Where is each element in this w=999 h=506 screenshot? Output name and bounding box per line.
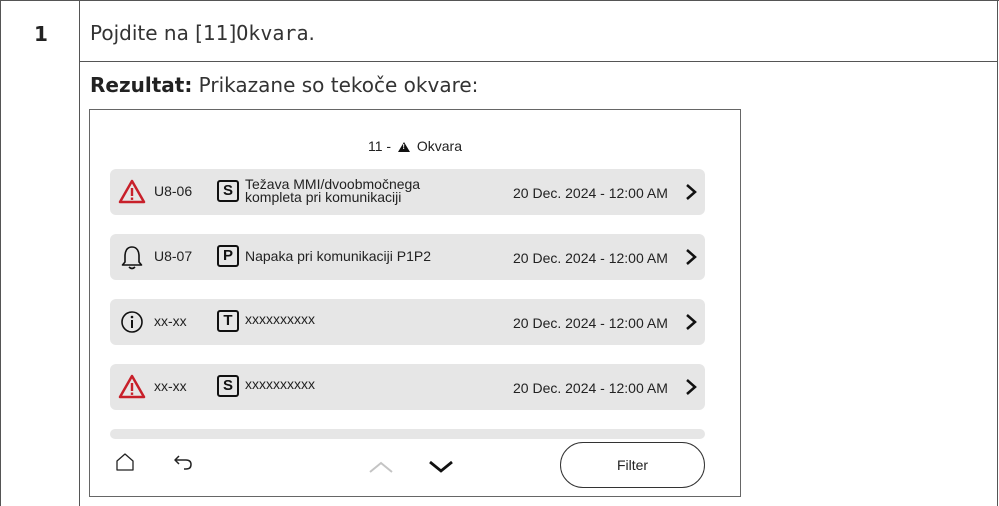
warning-triangle-icon [118,179,146,204]
device-screen: 11 - Okvara U8-06 S Težava MMI/dvoobmočn… [89,109,741,497]
step-text-prefix: Pojdite na [11] [90,21,237,45]
fault-row-partial[interactable] [110,429,705,439]
fault-row[interactable]: U8-07 P Napaka pri komunikaciji P1P2 20 … [110,234,705,280]
category-badge: S [217,375,239,397]
fault-date: 20 Dec. 2024 - 12:00 AM [513,185,668,201]
bell-icon [121,246,143,270]
home-icon[interactable] [115,452,135,472]
warning-triangle-icon [118,374,146,399]
screen-title-text: Okvara [416,138,462,154]
step-instruction: Pojdite na [11]Okvara. [90,21,315,45]
warning-icon [397,142,410,152]
chevron-right-icon [686,249,697,265]
fault-row[interactable]: xx-xx S xxxxxxxxxx 20 Dec. 2024 - 12:00 … [110,364,705,410]
chevron-right-icon [686,184,697,200]
info-icon [121,311,143,333]
table-row-divider [79,61,998,62]
fault-code: xx-xx [154,378,187,394]
fault-description-line2: kompleta pri komunikaciji [245,189,402,205]
result-text: Prikazane so tekoče okvare: [192,73,479,97]
fault-description: xxxxxxxxxx [245,311,315,327]
category-badge: P [217,245,239,267]
filter-button[interactable]: Filter [560,442,705,488]
table-left-border [0,0,1,506]
fault-row[interactable]: xx-xx T xxxxxxxxxx 20 Dec. 2024 - 12:00 … [110,299,705,345]
back-icon[interactable] [172,452,194,472]
chevron-right-icon [686,379,697,395]
table-top-border [0,0,999,1]
step-menu-code: Okvara [236,21,309,45]
step-text-suffix: . [308,21,315,45]
fault-description: Napaka pri komunikaciji P1P2 [245,248,431,264]
category-badge: S [217,180,239,202]
category-badge: T [217,310,239,332]
bottom-nav-bar: Filter [90,440,740,496]
table-right-border [997,0,998,506]
fault-code: xx-xx [154,313,187,329]
result-line: Rezultat: Prikazane so tekoče okvare: [90,73,478,97]
screen-title: 11 - Okvara [90,138,740,154]
step-number: 1 [34,22,48,46]
scroll-down-icon[interactable] [428,460,454,474]
fault-row[interactable]: U8-06 S Težava MMI/dvoobmočnega kompleta… [110,169,705,215]
scroll-up-icon[interactable] [368,460,394,474]
fault-code: U8-06 [154,183,193,199]
fault-date: 20 Dec. 2024 - 12:00 AM [513,250,668,266]
fault-date: 20 Dec. 2024 - 12:00 AM [513,315,668,331]
result-label: Rezultat: [90,73,193,97]
table-column-divider [79,0,80,506]
fault-description: xxxxxxxxxx [245,376,315,392]
screen-title-prefix: 11 - [368,138,392,154]
fault-code: U8-07 [154,248,193,264]
chevron-right-icon [686,314,697,330]
fault-date: 20 Dec. 2024 - 12:00 AM [513,380,668,396]
